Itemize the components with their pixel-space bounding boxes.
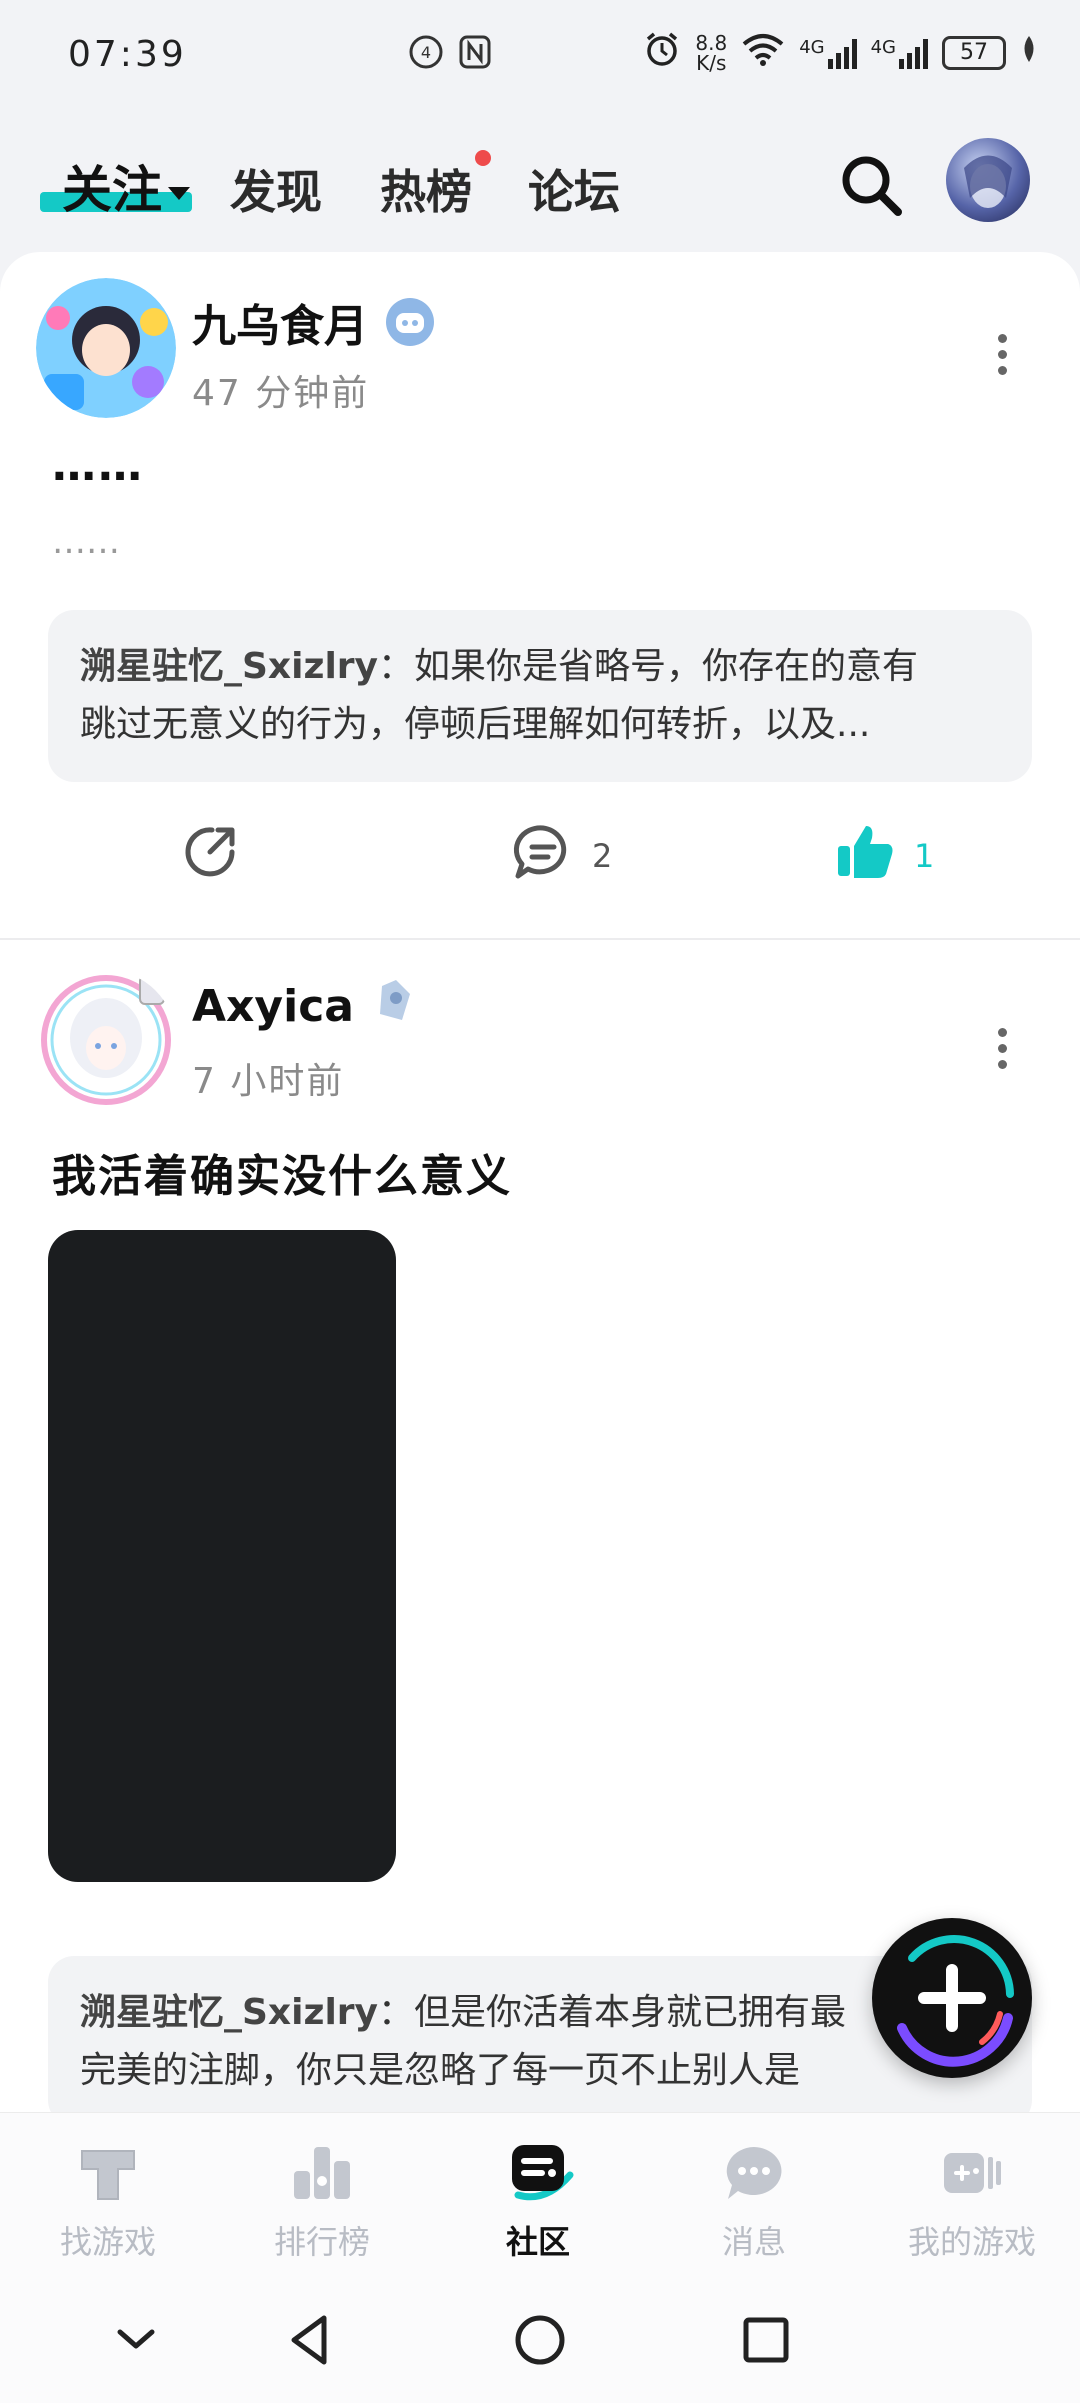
notification-dot: [475, 150, 491, 166]
like-button[interactable]: 1: [834, 822, 934, 890]
comment-text-line1: ：但是你活着本身就已拥有最: [378, 1992, 847, 2033]
comment-text-line2: 跳过无意义的行为，停顿后理解如何转折，以及...: [80, 704, 871, 745]
share-button[interactable]: [180, 822, 240, 890]
comment-text-line1: ：如果你是省略号，你存在的意有: [378, 646, 919, 687]
messages-icon: [722, 2141, 786, 2205]
alarm-icon: [643, 30, 681, 75]
home-icon[interactable]: [510, 2310, 570, 2370]
network-speed: 8.8 K/s: [695, 30, 728, 75]
comment-icon: [512, 822, 574, 890]
post-time: 47 分钟前: [192, 373, 370, 414]
plus-icon: [918, 1964, 986, 2032]
top-comment[interactable]: 溯星驻忆_Sxizlry：如果你是省略号，你存在的意有 跳过无意义的行为，停顿后…: [48, 610, 1032, 782]
verified-badge-icon: [386, 298, 434, 346]
hide-keyboard-icon[interactable]: [106, 2310, 166, 2370]
post-divider: [0, 938, 1080, 940]
nav-find-games[interactable]: 找游戏: [18, 2141, 198, 2263]
my-games-icon: [940, 2141, 1004, 2205]
comment-user: 溯星驻忆_Sxizlry: [80, 1992, 379, 2033]
comment-button[interactable]: 2: [512, 822, 612, 890]
like-icon: [834, 822, 896, 890]
post-title[interactable]: ……: [52, 440, 144, 491]
post-time: 7 小时前: [192, 1061, 345, 1102]
status-bar: 07:39 4 8.8 K/s 4G 4G 57: [0, 0, 1080, 110]
more-icon[interactable]: [998, 1028, 1008, 1076]
author-avatar[interactable]: [36, 278, 176, 418]
comment-count: 2: [592, 837, 613, 875]
status-right-icons: 8.8 K/s 4G 4G 57: [643, 30, 1038, 75]
nfc-icon: [458, 34, 492, 78]
recents-icon[interactable]: [736, 2310, 796, 2370]
post-image[interactable]: [48, 1230, 396, 1882]
author-name-row: Axyica: [192, 976, 418, 1037]
leaf-icon: [1020, 34, 1038, 71]
top-tab-bar: 关注 发现 热榜 论坛: [0, 120, 1080, 250]
community-icon: [506, 2141, 574, 2205]
create-post-button[interactable]: [872, 1918, 1032, 2078]
signal-icon-2: 4G: [871, 37, 928, 69]
user-avatar[interactable]: [946, 138, 1030, 222]
author-name[interactable]: 九乌食月: [192, 290, 368, 354]
status-time: 07:39: [68, 34, 187, 75]
rankings-icon: [290, 2141, 354, 2205]
post-actions: 2 1: [0, 822, 1080, 912]
system-navigation-bar: [0, 2282, 1080, 2403]
status-center-icons: 4: [408, 34, 492, 78]
signal-icon-1: 4G: [799, 37, 857, 69]
author-name[interactable]: Axyica: [192, 981, 354, 1032]
tab-forum[interactable]: 论坛: [528, 156, 620, 222]
more-icon[interactable]: [998, 334, 1008, 382]
post-body[interactable]: ……: [52, 522, 120, 562]
feed[interactable]: 九乌食月 47 分钟前 …… …… 溯星驻忆_Sxizlry：如果你是省略号，你…: [0, 252, 1080, 2112]
comment-user: 溯星驻忆_Sxizlry: [80, 646, 379, 687]
tab-discover[interactable]: 发现: [230, 156, 322, 222]
nav-rankings[interactable]: 排行榜: [232, 2141, 412, 2263]
comment-text-line2: 完美的注脚，你只是忽略了每一页不止别人是: [80, 2050, 801, 2091]
nfc-data-icon: 4: [408, 34, 444, 78]
author-badge-icon: [372, 976, 418, 1037]
wifi-icon: [741, 32, 785, 73]
share-icon: [180, 822, 240, 890]
battery-icon: 57: [942, 35, 1006, 70]
nav-my-games[interactable]: 我的游戏: [882, 2141, 1062, 2263]
search-icon[interactable]: [836, 150, 906, 220]
author-avatar[interactable]: [36, 970, 176, 1110]
find-games-icon: [76, 2141, 140, 2205]
tab-hot-list[interactable]: 热榜: [380, 156, 472, 222]
nav-community[interactable]: 社区: [448, 2141, 628, 2263]
like-count: 1: [914, 837, 935, 875]
nav-messages[interactable]: 消息: [664, 2141, 844, 2263]
bottom-nav: 找游戏 排行榜 社区 消息 我的游戏: [0, 2112, 1080, 2283]
back-icon[interactable]: [280, 2310, 340, 2370]
svg-text:4: 4: [421, 43, 431, 62]
author-name-row: 九乌食月: [192, 290, 434, 354]
post-title[interactable]: 我活着确实没什么意义: [52, 1140, 512, 1204]
tab-following[interactable]: 关注: [62, 150, 190, 222]
chevron-down-icon: [168, 187, 190, 200]
